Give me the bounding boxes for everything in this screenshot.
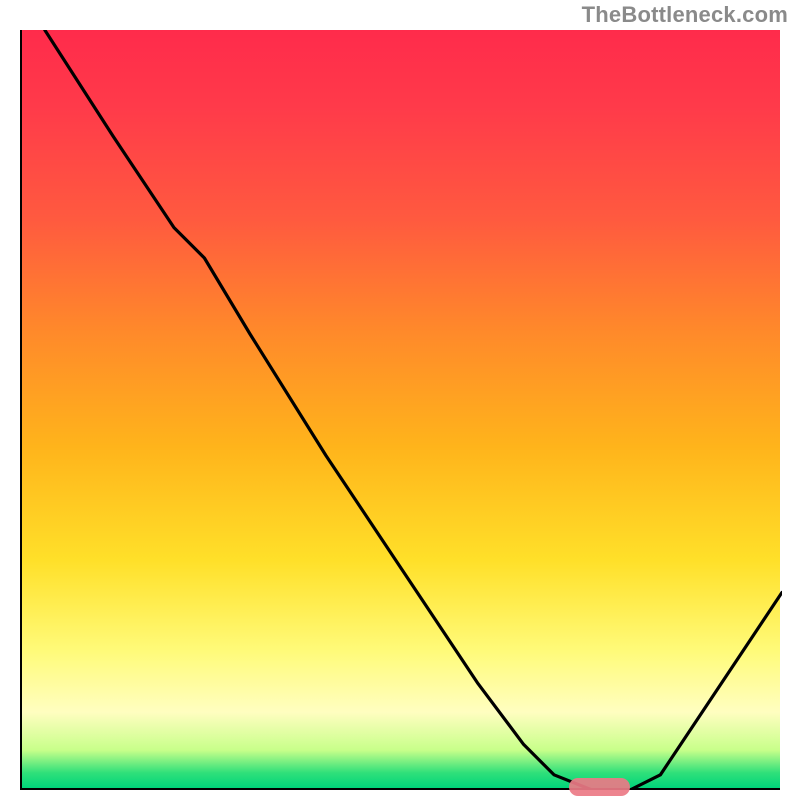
highlight-pill: [569, 778, 630, 796]
attribution-label: TheBottleneck.com: [582, 2, 788, 28]
plot-area: [20, 30, 780, 790]
chart-root: TheBottleneck.com: [0, 0, 800, 800]
chart-line: [22, 30, 782, 790]
curve-path: [45, 30, 782, 790]
